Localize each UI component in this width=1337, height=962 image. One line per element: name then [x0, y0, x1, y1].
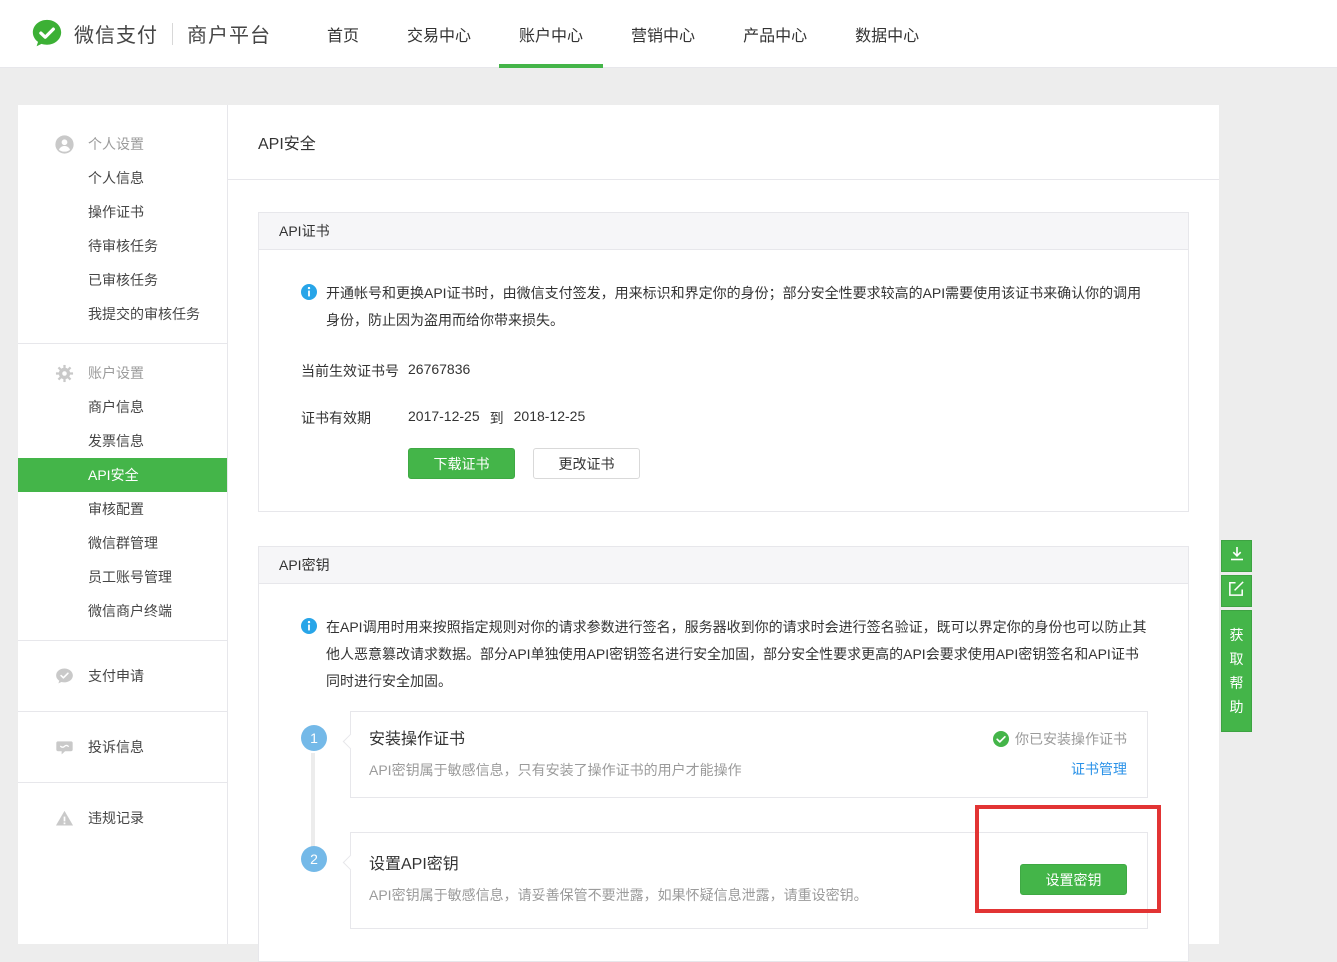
- sidebar-section-personal-settings: 个人设置: [18, 127, 227, 161]
- step-description: API密钥属于敏感信息，请妥善保管不要泄露，如果怀疑信息泄露，请重设密钥。: [369, 885, 1020, 905]
- cert-validity-end: 2018-12-25: [514, 408, 586, 428]
- get-help-button[interactable]: 获取帮助: [1221, 610, 1252, 732]
- step-2-badge: 2: [301, 846, 327, 872]
- step-title: 安装操作证书: [369, 729, 993, 751]
- sidebar-item-wechat-group-management[interactable]: 微信群管理: [18, 526, 227, 560]
- divider: [18, 711, 227, 712]
- cert-validity-separator: 到: [490, 408, 504, 428]
- section-title: 个人设置: [88, 134, 144, 154]
- sidebar: 个人设置 个人信息 操作证书 待审核任务 已审核任务 我提交的审核任务: [18, 105, 228, 944]
- sidebar-item-my-submitted-tasks[interactable]: 我提交的审核任务: [18, 297, 227, 331]
- cert-management-link[interactable]: 证书管理: [1071, 759, 1127, 779]
- sidebar-item-reviewed-tasks[interactable]: 已审核任务: [18, 263, 227, 297]
- sidebar-item-label: 投诉信息: [88, 737, 144, 757]
- nav-item-home[interactable]: 首页: [303, 0, 383, 68]
- sidebar-item-staff-account-management[interactable]: 员工账号管理: [18, 560, 227, 594]
- cert-installed-status: 你已安装操作证书: [993, 729, 1127, 749]
- cert-info-text: 开通帐号和更换API证书时，由微信支付签发，用来标识和界定你的身份；部分安全性要…: [326, 280, 1148, 334]
- comment-icon: [55, 738, 74, 757]
- info-icon: [301, 618, 317, 634]
- warning-icon: [55, 809, 74, 828]
- nav-item-data-center[interactable]: 数据中心: [831, 0, 943, 68]
- download-icon: [1227, 544, 1247, 569]
- sidebar-section-account-settings: 账户设置: [18, 356, 227, 390]
- get-help-label: 获取帮助: [1229, 623, 1245, 719]
- top-header: 微信支付 商户平台 首页 交易中心 账户中心 营销中心 产品中心 数据中心: [0, 0, 1337, 68]
- user-icon: [55, 135, 74, 154]
- brand-name: 微信支付: [74, 19, 158, 48]
- cert-validity-label: 证书有效期: [301, 408, 408, 428]
- floating-help-bar: 获取帮助: [1221, 540, 1252, 735]
- key-info-text: 在API调用时用来按照指定规则对你的请求参数进行签名，服务器收到你的请求时会进行…: [326, 614, 1148, 695]
- sidebar-item-complaint-info[interactable]: 投诉信息: [18, 724, 227, 770]
- cert-validity-start: 2017-12-25: [408, 408, 480, 428]
- top-nav: 首页 交易中心 账户中心 营销中心 产品中心 数据中心: [303, 0, 943, 68]
- divider: [18, 640, 227, 641]
- page-title: API安全: [258, 130, 316, 154]
- sidebar-item-personal-info[interactable]: 个人信息: [18, 161, 227, 195]
- cert-number-label: 当前生效证书号: [301, 361, 408, 381]
- change-cert-button[interactable]: 更改证书: [533, 448, 640, 479]
- brand-logo[interactable]: 微信支付 商户平台: [30, 17, 271, 51]
- step-install-operation-cert: 1 安装操作证书 API密钥属于敏感信息，只有安装了操作证书的用户才能操作: [350, 711, 1148, 798]
- api-cert-card: API证书 开通帐号和更换API证书时，由微信支付签发，用来标识和界定你的身份；…: [258, 212, 1189, 512]
- page-container: 个人设置 个人信息 操作证书 待审核任务 已审核任务 我提交的审核任务: [18, 105, 1219, 944]
- sidebar-item-label: 支付申请: [88, 666, 144, 686]
- api-key-card-header: API密钥: [259, 547, 1188, 584]
- chat-check-icon: [55, 667, 74, 686]
- step-1-badge: 1: [301, 725, 327, 751]
- set-api-key-button[interactable]: 设置密钥: [1020, 864, 1127, 895]
- check-circle-icon: [993, 731, 1009, 747]
- edit-icon: [1227, 579, 1246, 603]
- section-title: 账户设置: [88, 363, 144, 383]
- sidebar-item-api-security[interactable]: API安全: [18, 458, 227, 492]
- gear-icon: [55, 364, 74, 383]
- nav-item-marketing-center[interactable]: 营销中心: [607, 0, 719, 68]
- page-title-row: API安全: [228, 105, 1219, 180]
- sidebar-item-operation-cert[interactable]: 操作证书: [18, 195, 227, 229]
- sidebar-item-wechat-merchant-terminal[interactable]: 微信商户终端: [18, 594, 227, 628]
- setup-steps: 1 安装操作证书 API密钥属于敏感信息，只有安装了操作证书的用户才能操作: [301, 711, 1148, 929]
- sidebar-item-pending-review-tasks[interactable]: 待审核任务: [18, 229, 227, 263]
- sidebar-item-payment-application[interactable]: 支付申请: [18, 653, 227, 699]
- info-icon: [301, 284, 317, 300]
- status-text: 你已安装操作证书: [1015, 729, 1127, 749]
- main-content: API安全 API证书 开通帐号和更换API证书时，由微: [228, 105, 1219, 944]
- api-key-card: API密钥 在API调用时用来按照指定规则对你的请求参数进行签名，服务器收到你的…: [258, 546, 1189, 962]
- api-cert-card-header: API证书: [259, 213, 1188, 250]
- logo-divider: [172, 23, 173, 45]
- download-float-button[interactable]: [1221, 540, 1252, 572]
- feedback-float-button[interactable]: [1221, 575, 1252, 607]
- nav-item-transaction-center[interactable]: 交易中心: [383, 0, 495, 68]
- sidebar-item-violation-records[interactable]: 违规记录: [18, 795, 227, 841]
- nav-item-account-center[interactable]: 账户中心: [495, 0, 607, 68]
- cert-number-value: 26767836: [408, 361, 470, 381]
- sidebar-item-merchant-info[interactable]: 商户信息: [18, 390, 227, 424]
- product-name: 商户平台: [187, 19, 271, 48]
- sidebar-item-invoice-info[interactable]: 发票信息: [18, 424, 227, 458]
- download-cert-button[interactable]: 下载证书: [408, 448, 515, 479]
- step-set-api-key: 2 设置API密钥 API密钥属于敏感信息，请妥善保管不要泄露，如果怀疑信息泄露…: [350, 832, 1148, 929]
- wechat-pay-logo-icon: [30, 17, 64, 51]
- divider: [18, 782, 227, 783]
- step-title: 设置API密钥: [369, 854, 1020, 876]
- sidebar-item-label: 违规记录: [88, 808, 144, 828]
- sidebar-item-review-config[interactable]: 审核配置: [18, 492, 227, 526]
- step-description: API密钥属于敏感信息，只有安装了操作证书的用户才能操作: [369, 760, 993, 780]
- nav-item-product-center[interactable]: 产品中心: [719, 0, 831, 68]
- divider: [18, 343, 227, 344]
